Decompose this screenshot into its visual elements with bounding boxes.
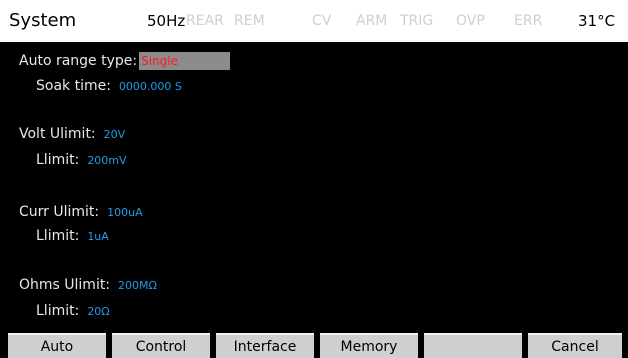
softkey-cancel[interactable]: Cancel <box>528 333 622 358</box>
ohms-ulimit-label: Ohms Ulimit: <box>19 277 111 293</box>
ohms-llimit-value[interactable]: 20Ω <box>87 305 109 318</box>
curr-ulimit-row[interactable]: Curr Ulimit: 100uA <box>19 202 143 220</box>
auto-range-type-value[interactable]: Single <box>139 51 231 70</box>
auto-range-type-label: Auto range type: <box>19 53 138 69</box>
trigger-indicator: TRIG <box>400 13 434 29</box>
ohms-llimit-label: Llimit: <box>36 303 80 319</box>
ovp-indicator: OVP <box>456 13 485 29</box>
softkey-auto[interactable]: Auto <box>8 333 106 358</box>
ohms-ulimit-value[interactable]: 200MΩ <box>118 279 157 292</box>
curr-llimit-value[interactable]: 1uA <box>87 230 109 243</box>
curr-llimit-row[interactable]: Llimit: 1uA <box>36 226 109 244</box>
soak-time-value[interactable]: 0000.000 S <box>119 80 182 93</box>
volt-ulimit-label: Volt Ulimit: <box>19 126 96 142</box>
volt-llimit-row[interactable]: Llimit: 200mV <box>36 150 127 168</box>
softkey-interface[interactable]: Interface <box>216 333 314 358</box>
volt-llimit-value[interactable]: 200mV <box>87 154 126 167</box>
instrument-screen: System 50Hz REAR REM CV ARM TRIG OVP ERR… <box>0 0 628 358</box>
softkey-blank[interactable] <box>424 333 522 358</box>
softkey-memory[interactable]: Memory <box>320 333 418 358</box>
curr-llimit-label: Llimit: <box>36 228 80 244</box>
soak-time-row[interactable]: Soak time: 0000.000 S <box>36 76 182 94</box>
softkey-control[interactable]: Control <box>112 333 210 358</box>
volt-llimit-label: Llimit: <box>36 152 80 168</box>
rear-indicator: REAR <box>186 13 224 29</box>
status-bar: System 50Hz REAR REM CV ARM TRIG OVP ERR… <box>0 0 628 42</box>
menu-title: System <box>9 10 77 31</box>
remote-indicator: REM <box>234 13 265 29</box>
volt-ulimit-row[interactable]: Volt Ulimit: 20V <box>19 124 125 142</box>
softkey-bar: Auto Control Interface Memory Cancel <box>0 328 628 358</box>
frequency-indicator: 50Hz <box>147 12 186 30</box>
soak-time-label: Soak time: <box>36 78 111 94</box>
cv-indicator: CV <box>312 13 332 29</box>
auto-range-type-row[interactable]: Auto range type: Single <box>19 51 231 70</box>
volt-ulimit-value[interactable]: 20V <box>104 128 126 141</box>
curr-ulimit-value[interactable]: 100uA <box>107 206 143 219</box>
system-settings-panel: Auto range type: Single Soak time: 0000.00… <box>0 42 628 328</box>
error-indicator: ERR <box>514 13 543 29</box>
ohms-llimit-row[interactable]: Llimit: 20Ω <box>36 301 110 319</box>
arm-indicator: ARM <box>356 13 388 29</box>
ohms-ulimit-row[interactable]: Ohms Ulimit: 200MΩ <box>19 275 157 293</box>
curr-ulimit-label: Curr Ulimit: <box>19 204 100 220</box>
temperature-readout: 31°C <box>578 12 616 30</box>
